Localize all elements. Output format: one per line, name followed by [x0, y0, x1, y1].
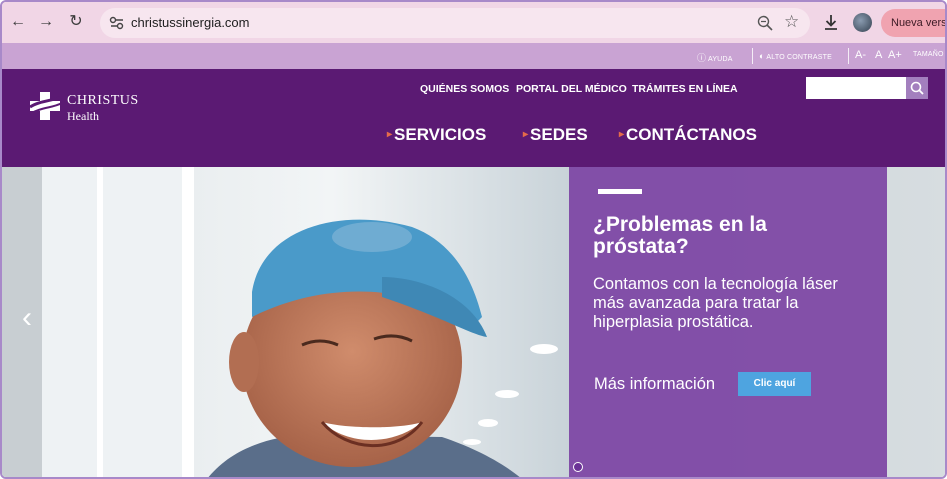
main-nav-label: SEDES	[530, 125, 588, 144]
profile-avatar[interactable]	[853, 13, 872, 32]
main-nav-servicios[interactable]: ▸ SERVICIOS	[387, 125, 486, 145]
font-normal-button[interactable]: A	[875, 49, 882, 61]
high-contrast-toggle[interactable]: ◐ ALTO CONTRASTE	[759, 51, 832, 61]
site-header: CHRISTUS Health QUIÉNES SOMOS PORTAL DEL…	[2, 69, 945, 167]
reload-icon[interactable]: ↻	[66, 12, 86, 32]
main-nav-label: CONTÁCTANOS	[626, 125, 757, 144]
logo-text-christus: CHRISTUS	[67, 93, 139, 108]
search-input[interactable]	[806, 77, 906, 99]
panel-accent-bar	[598, 189, 642, 194]
browser-toolbar: ← → ↻ christussinergia.com ☆ Nueva vers	[2, 2, 945, 43]
url-text[interactable]: christussinergia.com	[131, 15, 250, 30]
triangle-icon: ▸	[619, 129, 625, 140]
bookmark-star-icon[interactable]: ☆	[784, 12, 799, 32]
clic-aqui-button[interactable]: Clic aquí	[738, 372, 811, 396]
back-icon[interactable]: ←	[8, 12, 28, 32]
hero-carousel: ‹ ¿Problemas en la próstata? Contamos co…	[2, 167, 945, 477]
help-label: AYUDA	[707, 56, 733, 63]
divider	[848, 48, 849, 64]
font-increase-button[interactable]: A+	[888, 49, 902, 61]
main-nav-contactanos[interactable]: ▸ CONTÁCTANOS	[619, 125, 757, 145]
contrast-icon: ◐	[759, 51, 765, 61]
hero-panel: ¿Problemas en la próstata? Contamos con …	[569, 167, 887, 477]
download-icon[interactable]	[822, 13, 840, 31]
forward-icon[interactable]: →	[36, 12, 56, 32]
site-settings-icon[interactable]	[108, 14, 126, 32]
main-nav-label: SERVICIOS	[394, 125, 487, 144]
new-version-button[interactable]: Nueva versión	[881, 9, 945, 37]
search-button[interactable]	[906, 77, 928, 99]
triangle-icon: ▸	[387, 129, 393, 140]
high-contrast-label: ALTO CONTRASTE	[766, 54, 832, 61]
help-link[interactable]: ⓘ AYUDA	[697, 51, 733, 64]
font-decrease-button[interactable]: A-	[855, 49, 866, 61]
nav-link-quienes-somos[interactable]: QUIÉNES SOMOS	[420, 83, 509, 95]
carousel-prev-button[interactable]: ‹	[22, 301, 32, 335]
hero-title: ¿Problemas en la próstata?	[593, 213, 767, 258]
hero-description: Contamos con la tecnología láser más ava…	[593, 275, 838, 331]
zoom-icon[interactable]	[756, 14, 774, 32]
browser-window: ← → ↻ christussinergia.com ☆ Nueva vers	[0, 0, 947, 479]
accessibility-bar: ⓘ AYUDA ◐ ALTO CONTRASTE A- A A+ TAMAÑO	[2, 43, 945, 69]
more-info-label: Más información	[594, 375, 716, 393]
main-nav-sedes[interactable]: ▸ SEDES	[523, 125, 588, 145]
nav-link-portal-medico[interactable]: PORTAL DEL MÉDICO	[516, 83, 627, 95]
triangle-icon: ▸	[523, 129, 529, 140]
search-icon	[910, 81, 924, 95]
carousel-dot[interactable]	[573, 462, 583, 472]
info-icon: ⓘ	[697, 53, 707, 63]
size-label: TAMAÑO	[913, 51, 944, 58]
christus-logo-icon[interactable]	[27, 89, 65, 123]
address-bar[interactable]: christussinergia.com ☆	[100, 8, 810, 38]
logo-text-health: Health	[67, 109, 99, 123]
nav-link-tramites[interactable]: TRÁMITES EN LÍNEA	[632, 83, 738, 95]
divider	[752, 48, 753, 64]
